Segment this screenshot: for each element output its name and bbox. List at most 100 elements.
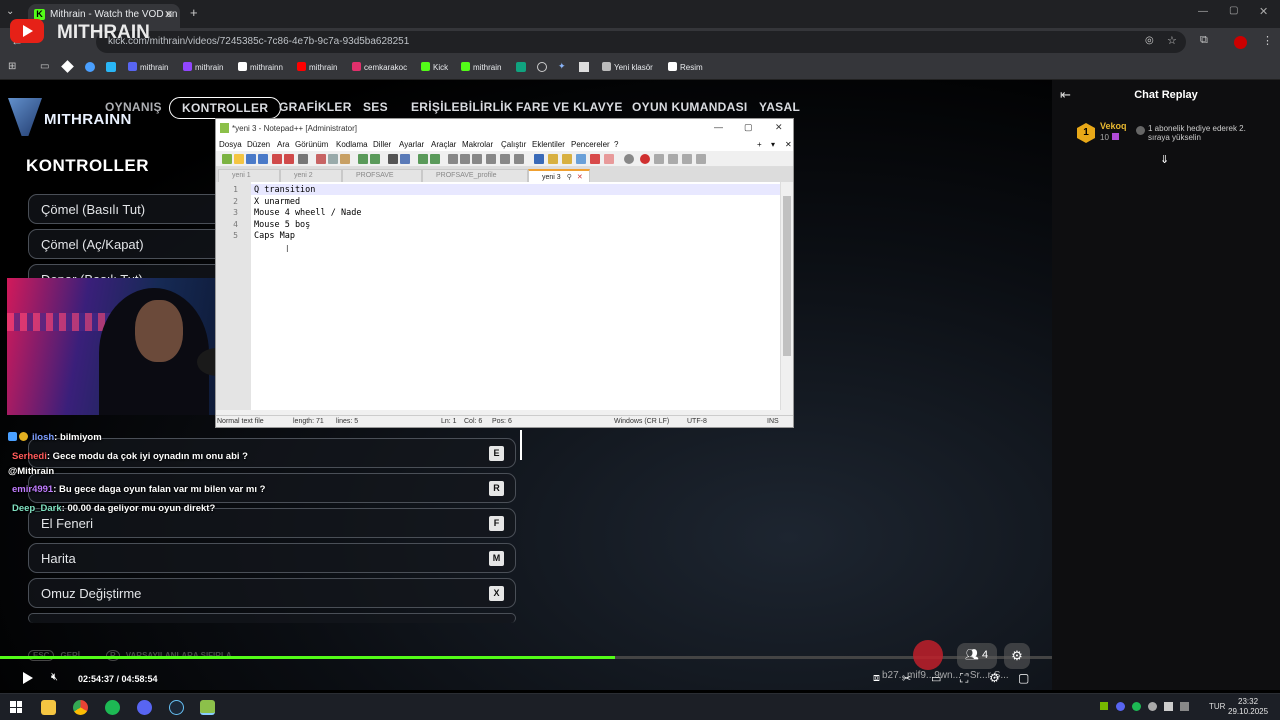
open-file-icon[interactable] xyxy=(234,154,244,164)
monitor-icon[interactable] xyxy=(576,154,586,164)
replace-icon[interactable] xyxy=(400,154,410,164)
sync-v-icon[interactable] xyxy=(448,154,458,164)
tab-erisilebilirlik[interactable]: ERİŞİLEBİLİRLİK xyxy=(411,100,513,114)
macro-icon[interactable] xyxy=(624,154,634,164)
menu-dropdown-icon[interactable]: ▾ xyxy=(771,140,775,149)
file-explorer-icon[interactable] xyxy=(41,700,56,715)
code-line[interactable]: Mouse 5 boş xyxy=(254,220,310,230)
theater-icon[interactable]: ▭ xyxy=(931,672,941,685)
bookmark-x[interactable]: mithrainn xyxy=(238,62,283,72)
zoom-in-icon[interactable] xyxy=(418,154,428,164)
minimize-icon[interactable]: — xyxy=(1198,6,1208,17)
tab-kontroller[interactable]: KONTROLLER xyxy=(169,97,282,119)
extensions-icon[interactable]: ⧉ xyxy=(1200,34,1208,47)
tray-icon[interactable] xyxy=(1148,702,1157,711)
tray-icon[interactable] xyxy=(1180,702,1189,711)
clip-icon[interactable]: ✂︎ xyxy=(902,672,911,685)
new-tab-icon[interactable]: + xyxy=(190,5,198,20)
menu-gorunum[interactable]: Görünüm xyxy=(295,140,328,149)
file-tab-yeni-3[interactable]: yeni 3 ⚲ ✕ xyxy=(528,169,590,182)
save-macro-icon[interactable] xyxy=(696,154,706,164)
eye-off-icon[interactable]: ◎ xyxy=(1145,35,1154,46)
undo-icon[interactable] xyxy=(358,154,368,164)
mute-icon[interactable]: 🔇︎ xyxy=(51,671,58,684)
file-tab-yeni-2[interactable]: yeni 2 xyxy=(280,169,342,182)
spell-icon[interactable] xyxy=(604,154,614,164)
file-tab-profsave-profile[interactable]: PROFSAVE_profile xyxy=(422,169,528,182)
sync-h-icon[interactable] xyxy=(460,154,470,164)
windows-start-icon[interactable] xyxy=(10,701,22,713)
maximize-icon[interactable]: ▢ xyxy=(1229,5,1238,16)
print-icon[interactable] xyxy=(298,154,308,164)
menu-plus-icon[interactable]: + xyxy=(757,140,762,149)
notepad-taskbar-icon[interactable] xyxy=(200,700,215,715)
menu-help[interactable]: ? xyxy=(614,140,618,149)
discord-tray-icon[interactable] xyxy=(1116,702,1125,711)
tab-list-chevron-icon[interactable]: ⌄ xyxy=(6,6,14,17)
copy-icon[interactable] xyxy=(328,154,338,164)
bookmark-twitch[interactable]: mithrain xyxy=(183,62,223,72)
settings-gear-icon[interactable]: ⚙︎ xyxy=(989,671,1000,685)
gifter-username[interactable]: Vekoq xyxy=(1100,121,1127,131)
run-macro-icon[interactable] xyxy=(682,154,692,164)
redo-icon[interactable] xyxy=(370,154,380,164)
discord-icon[interactable] xyxy=(137,700,152,715)
globe-icon[interactable] xyxy=(537,62,547,72)
code-line[interactable]: X unarmed xyxy=(254,197,300,207)
fullscreen-icon[interactable]: ⛶ xyxy=(960,671,968,686)
bookmark-kick-mithrain[interactable]: mithrain xyxy=(461,62,501,72)
menu-pencereler[interactable]: Pencereler xyxy=(571,140,610,149)
dropdown-arrow-icon[interactable] xyxy=(514,154,524,164)
bookmark-cyan-icon[interactable] xyxy=(106,62,116,72)
bookmark-diamond-icon[interactable] xyxy=(61,60,74,73)
wrap-icon[interactable] xyxy=(472,154,482,164)
url-field[interactable]: kick.com/mithrain/videos/7245385c-7c86-4… xyxy=(96,31,1186,53)
apps-grid-icon[interactable]: ⊞ xyxy=(8,61,16,72)
chat-toggle-icon[interactable]: ▢ xyxy=(1018,671,1029,685)
vertical-scrollbar[interactable] xyxy=(780,182,793,410)
notepad-maximize-icon[interactable]: ▢ xyxy=(744,122,753,133)
doc-map-icon[interactable] xyxy=(534,154,544,164)
bookmark-kick[interactable]: Kick xyxy=(421,62,448,72)
menu-araclar[interactable]: Araçlar xyxy=(431,140,456,149)
menu-dosya[interactable]: Dosya xyxy=(219,140,242,149)
record-macro-icon[interactable] xyxy=(640,154,650,164)
translate-icon[interactable] xyxy=(579,62,589,72)
menu-duzen[interactable]: Düzen xyxy=(247,140,270,149)
paste-icon[interactable] xyxy=(340,154,350,164)
code-line[interactable]: Caps Map xyxy=(254,231,295,241)
folder-icon[interactable]: ▭ xyxy=(40,61,49,72)
control-row-harita[interactable]: Harita M xyxy=(28,543,516,573)
cut-icon[interactable] xyxy=(316,154,326,164)
tab-grafikler[interactable]: GRAFİKLER xyxy=(279,100,352,114)
zoom-out-icon[interactable] xyxy=(430,154,440,164)
file-tab-profsave[interactable]: PROFSAVE xyxy=(342,169,422,182)
file-tab-yeni-1[interactable]: yeni 1 xyxy=(218,169,280,182)
menu-makrolar[interactable]: Makrolar xyxy=(462,140,493,149)
expand-chevron-icon[interactable]: ⇓ xyxy=(1160,153,1169,166)
notepad-close-icon[interactable]: ✕ xyxy=(775,122,783,133)
nvidia-tray-icon[interactable] xyxy=(1100,702,1108,710)
code-line[interactable]: Q transition xyxy=(254,185,315,195)
bookmark-folder[interactable]: Yeni klasör xyxy=(602,62,653,72)
scrollbar-thumb[interactable] xyxy=(783,196,791,356)
control-row-omuz-degistirme[interactable]: Omuz Değiştirme X xyxy=(28,578,516,608)
menu-kodlama[interactable]: Kodlama xyxy=(336,140,368,149)
bookmark-instagram[interactable]: cemkarakoc xyxy=(352,62,407,72)
notepad-editor[interactable]: 1 2 3 4 5 Q transition X unarmed Mouse 4… xyxy=(216,182,793,410)
steam-icon[interactable] xyxy=(169,700,184,715)
tab-ses[interactable]: SES xyxy=(363,100,388,114)
find-icon[interactable] xyxy=(388,154,398,164)
play-macro-icon[interactable] xyxy=(668,154,678,164)
menu-ara[interactable]: Ara xyxy=(277,140,289,149)
close-all-icon[interactable] xyxy=(284,154,294,164)
language-indicator[interactable]: TUR xyxy=(1209,702,1225,711)
system-clock[interactable]: 23:32 29.10.2025 xyxy=(1228,697,1268,717)
stop-macro-icon[interactable] xyxy=(654,154,664,164)
menu-eklentiler[interactable]: Eklentiler xyxy=(532,140,565,149)
indent-guide-icon[interactable] xyxy=(500,154,510,164)
tab-oynanis[interactable]: OYNANIŞ xyxy=(105,100,162,114)
code-line[interactable]: Mouse 4 wheell / Nade xyxy=(254,208,361,218)
video-progress-fill[interactable] xyxy=(0,656,616,659)
function-list-icon[interactable] xyxy=(562,154,572,164)
